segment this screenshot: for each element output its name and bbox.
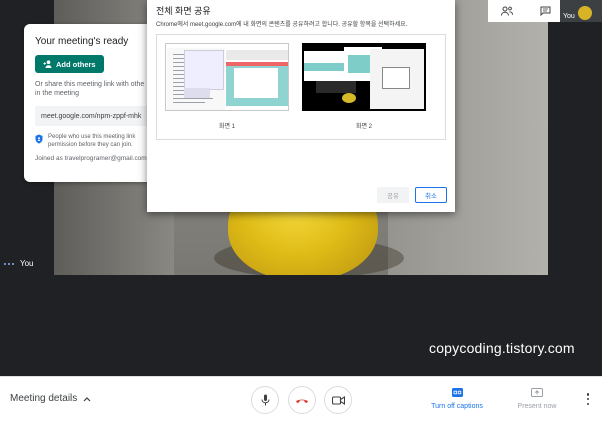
share-link-text: Or share this meeting link with othe in … — [35, 80, 159, 98]
screen-1-thumbnail — [165, 43, 289, 111]
screen-option-2[interactable]: 화면 2 — [302, 43, 426, 130]
chat-button[interactable] — [526, 0, 564, 22]
microphone-icon — [261, 394, 269, 406]
share-link-text-line-2: in the meeting — [35, 90, 79, 97]
add-person-icon — [43, 60, 52, 68]
self-tile-label: You — [563, 13, 575, 20]
watermark: copycoding.tistory.com — [429, 340, 575, 356]
dialog-subtitle: Chrome에서 meet.google.com에 내 화면의 콘텐츠를 공유하… — [156, 22, 408, 28]
thumb-1-window — [184, 50, 224, 90]
permission-line-1: People who use this meeting link — [48, 134, 136, 140]
video-camera-icon — [331, 395, 345, 405]
hang-up-button[interactable] — [288, 386, 316, 414]
share-button[interactable]: 공유 — [377, 187, 409, 203]
self-view-tile[interactable]: You — [560, 0, 602, 22]
more-options-button[interactable] — [583, 392, 593, 406]
present-screen-icon — [531, 388, 543, 397]
thumb-1-image — [184, 88, 210, 98]
joined-as-text: Joined as travelprogramer@gmail.com — [35, 155, 147, 162]
captions-label: Turn off captions — [431, 403, 483, 410]
camera-button[interactable] — [324, 386, 352, 414]
bottom-toolbar: Meeting details Turn off captions Presen… — [0, 376, 602, 422]
self-view-object — [578, 6, 592, 20]
meeting-details-button[interactable]: Meeting details — [10, 393, 91, 404]
screen-options-area: 화면 1 화면 2 — [156, 34, 446, 140]
meeting-ready-title: Your meeting's ready — [35, 36, 129, 47]
dialog-title: 전체 화면 공유 — [156, 6, 211, 16]
permission-notice: People who use this meeting link permiss… — [35, 133, 159, 149]
closed-captions-icon — [451, 388, 463, 397]
thumb-1-browser-bar — [226, 50, 288, 60]
meeting-link[interactable]: meet.google.com/npm-zppf-mhk — [35, 106, 159, 126]
turn-off-captions-button[interactable]: Turn off captions — [422, 388, 492, 410]
share-link-text-line-1: Or share this meeting link with othe — [35, 81, 145, 88]
present-label: Present now — [517, 403, 557, 410]
thumb-2-window-a — [304, 51, 346, 81]
thumb-2-window-c — [370, 49, 424, 109]
chevron-up-icon — [83, 396, 91, 401]
self-label: You — [4, 259, 34, 268]
thumb-2-dark-strip — [316, 81, 356, 93]
screen-1-label: 화면 1 — [218, 124, 236, 130]
microphone-button[interactable] — [251, 386, 279, 414]
share-screen-dialog: 전체 화면 공유 Chrome에서 meet.google.com에 내 화면의… — [147, 0, 455, 212]
shield-icon — [35, 134, 43, 144]
chat-icon — [540, 6, 550, 16]
screen-option-1[interactable]: 화면 1 — [165, 43, 289, 130]
hang-up-icon — [296, 399, 308, 403]
audio-indicator-icon — [4, 262, 14, 265]
add-others-button[interactable]: Add others — [35, 55, 104, 73]
permission-line-2: permission before they can join. — [48, 142, 133, 148]
participants-button[interactable] — [488, 0, 526, 22]
screen-2-thumbnail — [302, 43, 426, 111]
thumb-1-browser — [226, 62, 288, 106]
meeting-details-label: Meeting details — [10, 393, 78, 404]
screen-2-label: 화면 2 — [355, 124, 373, 130]
self-label-text: You — [20, 259, 34, 268]
present-now-button[interactable]: Present now — [502, 388, 572, 410]
people-icon — [501, 6, 513, 16]
cancel-button[interactable]: 취소 — [415, 187, 447, 203]
thumb-2-object — [342, 93, 356, 103]
add-others-label: Add others — [56, 59, 96, 69]
more-vert-icon — [586, 393, 590, 396]
